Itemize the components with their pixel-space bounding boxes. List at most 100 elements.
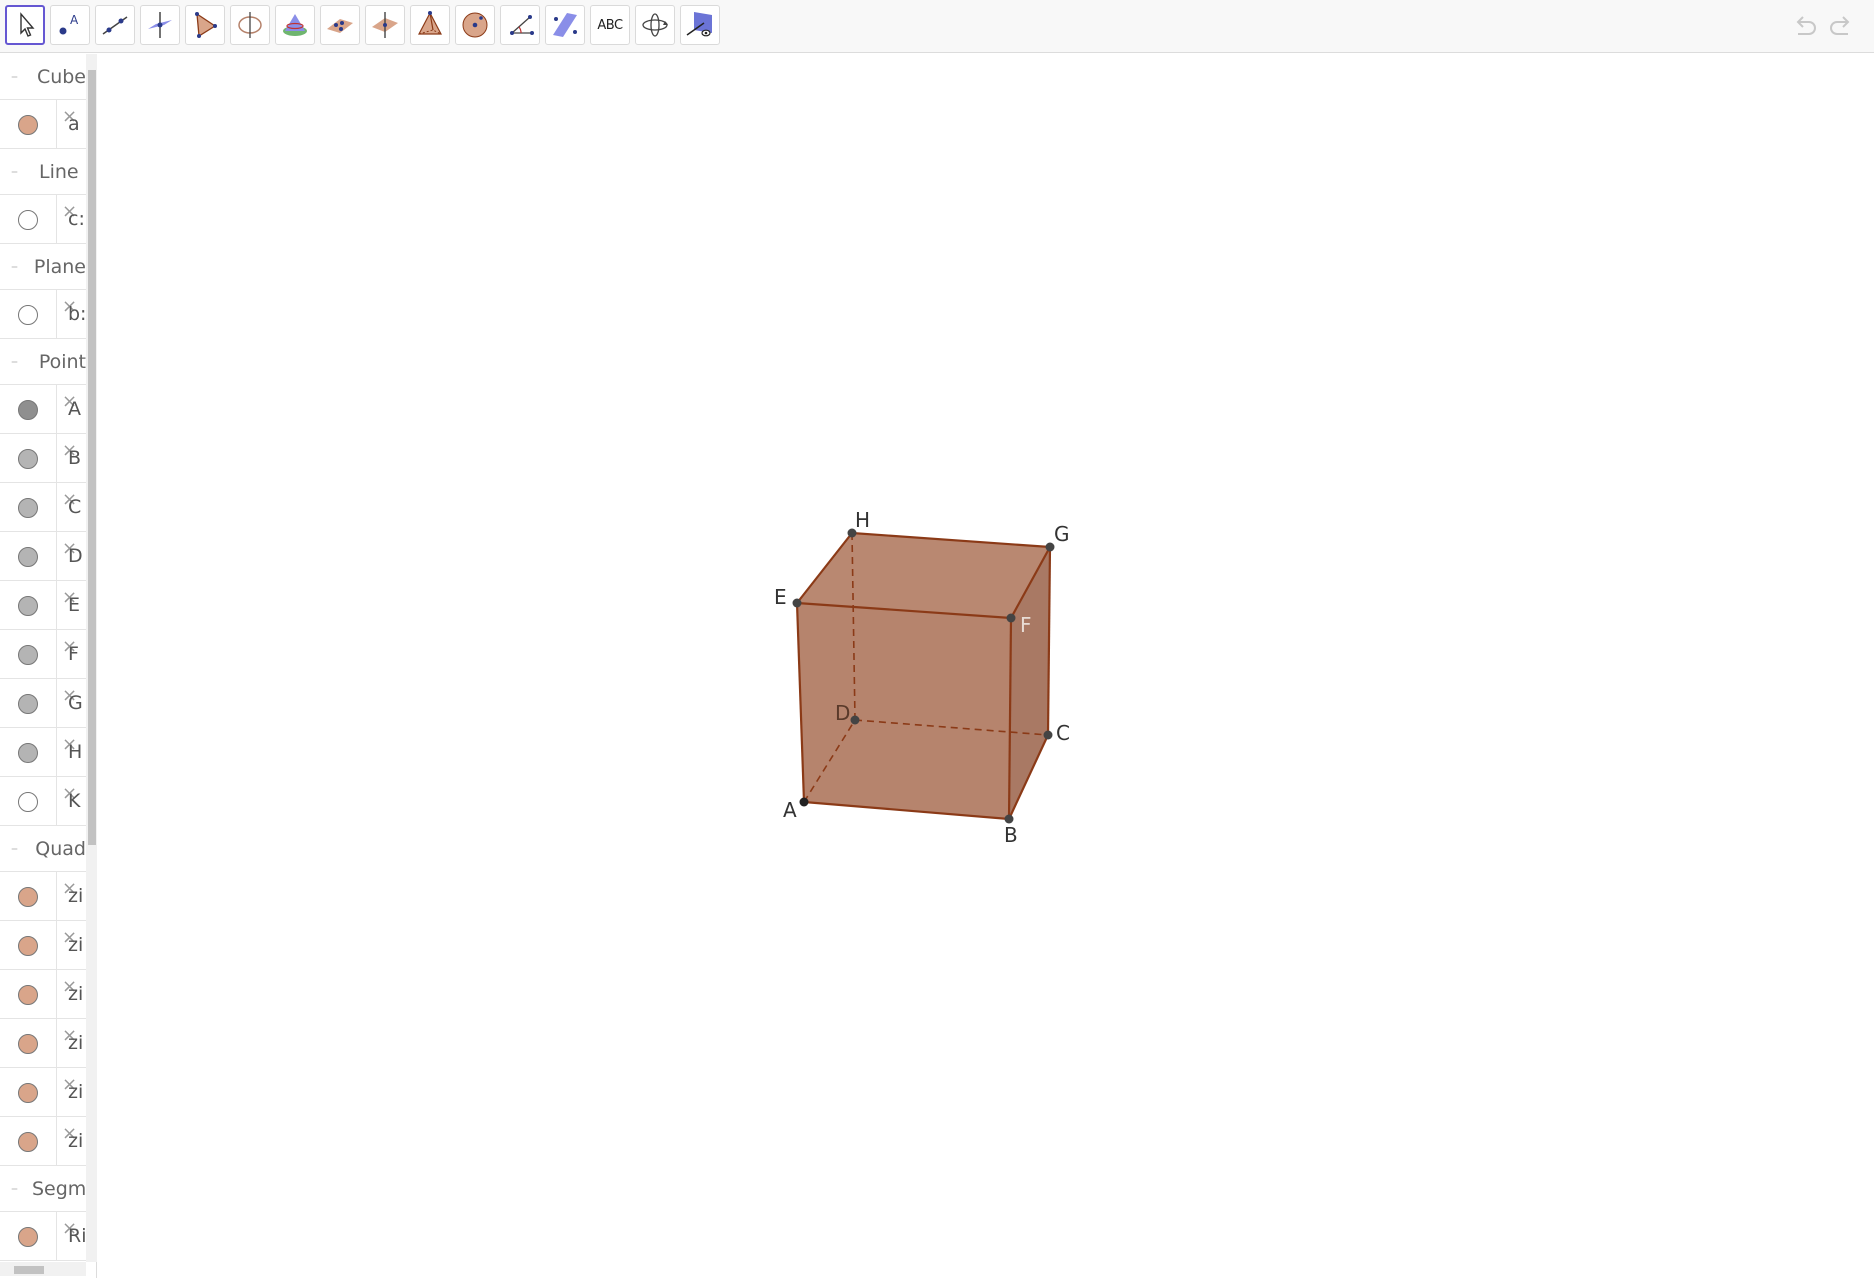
visibility-toggle[interactable] (18, 936, 38, 956)
visibility-toggle[interactable] (18, 115, 38, 135)
sphere-tool-icon (462, 12, 488, 38)
point-tool-button[interactable]: A (50, 5, 90, 45)
vertical-scrollbar-thumb[interactable] (88, 70, 96, 845)
algebra-group-label: Plane (33, 255, 86, 278)
algebra-item[interactable]: × zi (0, 1068, 86, 1117)
visibility-toggle[interactable] (18, 596, 38, 616)
algebra-item[interactable]: × C (0, 483, 86, 532)
visibility-toggle[interactable] (18, 449, 38, 469)
undo-icon[interactable] (1790, 12, 1820, 42)
algebra-item-label: a (68, 113, 80, 135)
algebra-item[interactable]: × zi (0, 970, 86, 1019)
algebra-item[interactable]: × zi (0, 1019, 86, 1068)
algebra-group-segm[interactable]: – Segm (0, 1166, 86, 1212)
algebra-group-quad[interactable]: – Quad (0, 826, 86, 872)
algebra-item[interactable]: × Ri (0, 1212, 86, 1261)
angle-tool-icon (510, 15, 534, 35)
algebra-item[interactable]: × K (0, 777, 86, 826)
algebra-item[interactable]: × zi (0, 872, 86, 921)
visibility-toggle[interactable] (18, 210, 38, 230)
plane-through-points-tool-button[interactable] (320, 5, 360, 45)
visibility-toggle[interactable] (18, 985, 38, 1005)
vertex-E[interactable] (792, 598, 802, 608)
algebra-item[interactable]: × b: (0, 290, 86, 339)
algebra-item-label: zi (68, 1032, 84, 1054)
text-tool-button[interactable]: ABC (590, 5, 630, 45)
algebra-item[interactable]: × zi (0, 921, 86, 970)
vertex-label-A: A (783, 798, 797, 822)
algebra-item[interactable]: × D (0, 532, 86, 581)
cube-face-front[interactable] (797, 603, 1011, 819)
vertex-D[interactable] (850, 715, 860, 725)
text-tool-icon: ABC (597, 17, 623, 33)
algebra-item[interactable]: × F (0, 630, 86, 679)
algebra-item[interactable]: × c: (0, 195, 86, 244)
divider (56, 728, 57, 776)
algebra-group-point[interactable]: – Point (0, 339, 86, 385)
algebra-item[interactable]: × E (0, 581, 86, 630)
visibility-toggle[interactable] (18, 498, 38, 518)
vertex-label-C: C (1056, 721, 1070, 745)
visibility-toggle[interactable] (18, 887, 38, 907)
circle-around-line-tool-button[interactable] (230, 5, 270, 45)
algebra-group-line[interactable]: – Line (0, 149, 86, 195)
visibility-toggle[interactable] (18, 743, 38, 763)
collapse-group-icon[interactable]: – (11, 841, 21, 857)
algebra-group-label: Segm (32, 1177, 87, 1200)
vertex-A[interactable] (799, 797, 809, 807)
perpendicular-line-tool-button[interactable] (140, 5, 180, 45)
visibility-toggle[interactable] (18, 694, 38, 714)
visibility-toggle[interactable] (18, 1034, 38, 1054)
algebra-group-label: Quad (35, 837, 86, 860)
algebra-item[interactable]: × B (0, 434, 86, 483)
algebra-item[interactable]: × A (0, 385, 86, 434)
perpendicular-plane-tool-icon (372, 12, 398, 38)
algebra-item[interactable]: × zi (0, 1117, 86, 1166)
view-in-front-of-tool-button[interactable] (680, 5, 720, 45)
visibility-toggle[interactable] (18, 547, 38, 567)
visibility-toggle[interactable] (18, 305, 38, 325)
collapse-group-icon[interactable]: – (11, 69, 23, 85)
rotate-view-tool-button[interactable] (635, 5, 675, 45)
cube-drawing[interactable]: A B C D E F G H (107, 54, 1874, 1278)
algebra-item-label: F (68, 643, 79, 665)
algebra-item[interactable]: × H (0, 728, 86, 777)
algebra-group-plane[interactable]: – Plane (0, 244, 86, 290)
vertex-F[interactable] (1006, 613, 1016, 623)
visibility-toggle[interactable] (18, 645, 38, 665)
perpendicular-plane-tool-button[interactable] (365, 5, 405, 45)
algebra-item-label: zi (68, 885, 84, 907)
redo-icon[interactable] (1826, 12, 1856, 42)
algebra-group-label: Line (39, 160, 79, 183)
graphics-3d-view[interactable]: A B C D E F G H (107, 54, 1874, 1278)
visibility-toggle[interactable] (18, 400, 38, 420)
collapse-group-icon[interactable]: – (11, 354, 25, 370)
visibility-toggle[interactable] (18, 792, 38, 812)
polygon-tool-button[interactable] (185, 5, 225, 45)
intersect-surfaces-tool-button[interactable] (275, 5, 315, 45)
pyramid-tool-button[interactable] (410, 5, 450, 45)
line-tool-button[interactable] (95, 5, 135, 45)
visibility-toggle[interactable] (18, 1132, 38, 1152)
move-tool-button[interactable] (5, 5, 45, 45)
collapse-group-icon[interactable]: – (11, 164, 25, 180)
algebra-item[interactable]: × G (0, 679, 86, 728)
point-tool-icon: A (59, 13, 79, 35)
divider (56, 1117, 57, 1165)
visibility-toggle[interactable] (18, 1227, 38, 1247)
angle-tool-button[interactable] (500, 5, 540, 45)
collapse-group-icon[interactable]: – (11, 259, 20, 275)
visibility-toggle[interactable] (18, 1083, 38, 1103)
horizontal-scrollbar-thumb[interactable] (14, 1266, 44, 1274)
reflect-tool-button[interactable] (545, 5, 585, 45)
algebra-item[interactable]: × a (0, 100, 86, 149)
divider (56, 921, 57, 969)
sphere-tool-button[interactable] (455, 5, 495, 45)
vertex-C[interactable] (1043, 730, 1053, 740)
algebra-item-label: D (68, 545, 83, 567)
divider (56, 532, 57, 580)
algebra-group-cube[interactable]: – Cube (0, 54, 86, 100)
collapse-group-icon[interactable]: – (11, 1181, 18, 1197)
algebra-item-label: Ri (68, 1225, 87, 1247)
vertex-label-G: G (1054, 522, 1070, 546)
